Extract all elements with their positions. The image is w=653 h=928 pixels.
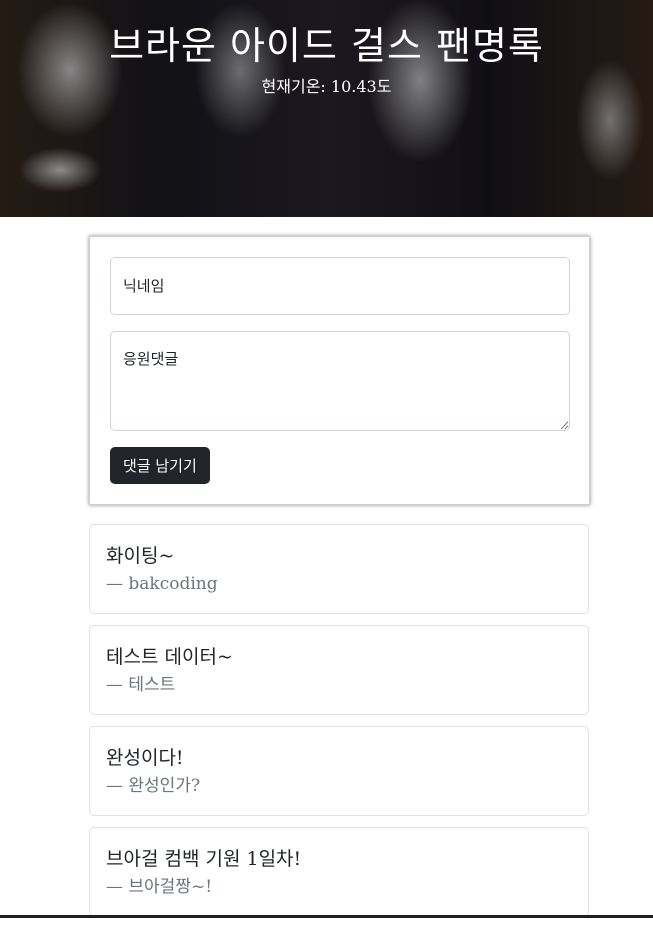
- comment-text: 완성이다!: [106, 747, 184, 769]
- comment-card: 테스트 데이터~ — 테스트: [89, 625, 589, 715]
- comment-list: 화이팅~ — bakcoding 테스트 데이터~ — 테스트 완성이다! — …: [89, 524, 589, 928]
- nickname-input[interactable]: [110, 257, 570, 315]
- header-content: 브라운 아이드 걸스 팬명록 현재기온: 10.43도: [0, 0, 653, 217]
- comment-form: 댓글 남기기: [89, 236, 590, 505]
- current-temperature: 현재기온: 10.43도: [261, 77, 392, 96]
- submit-comment-button[interactable]: 댓글 남기기: [110, 447, 210, 484]
- comment-author: — bakcoding: [106, 574, 218, 594]
- comment-author: — 완성인가?: [106, 776, 201, 796]
- comment-card: 화이팅~ — bakcoding: [89, 524, 589, 614]
- comment-textarea[interactable]: [110, 331, 570, 431]
- comment-author: — 브아걸짱~!: [106, 877, 213, 897]
- comment-text: 브아걸 컴백 기원 1일차!: [106, 848, 302, 870]
- comment-text: 화이팅~: [106, 545, 175, 567]
- comment-text: 테스트 데이터~: [106, 646, 233, 668]
- page-title: 브라운 아이드 걸스 팬명록: [109, 24, 544, 68]
- header-banner: 브라운 아이드 걸스 팬명록 현재기온: 10.43도: [0, 0, 653, 217]
- comment-card: 브아걸 컴백 기원 1일차! — 브아걸짱~!: [89, 827, 589, 917]
- comment-card: 완성이다! — 완성인가?: [89, 726, 589, 816]
- comment-author: — 테스트: [106, 675, 176, 695]
